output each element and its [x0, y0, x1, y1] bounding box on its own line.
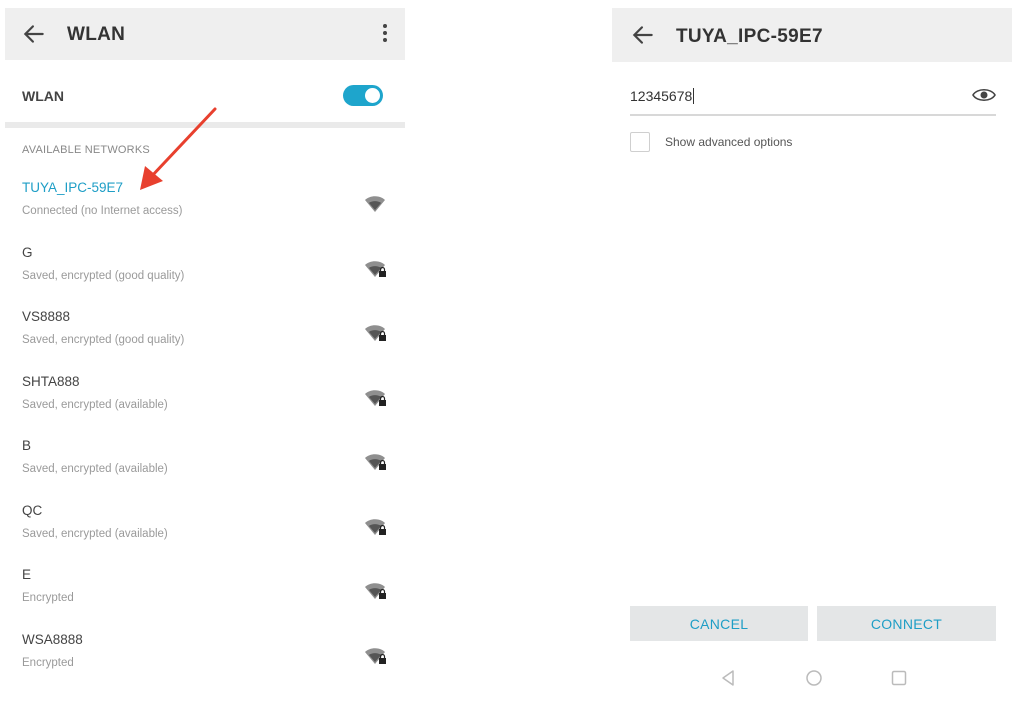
wlan-settings-screen: WLAN WLAN AVAILABLE NETWORKS TUYA_IPC-59… — [5, 8, 405, 688]
password-input[interactable]: 12345678 — [630, 88, 695, 104]
home-circle-icon[interactable] — [804, 668, 824, 688]
advanced-options-checkbox[interactable] — [630, 132, 650, 152]
network-list-item[interactable]: B Saved, encrypted (available) — [5, 438, 405, 502]
network-status: Saved, encrypted (available) — [22, 527, 168, 540]
recents-square-icon[interactable] — [889, 668, 909, 688]
advanced-options-label: Show advanced options — [665, 135, 793, 149]
network-status: Saved, encrypted (available) — [22, 463, 168, 475]
available-networks-header: AVAILABLE NETWORKS — [22, 144, 150, 156]
wifi-lock-icon — [365, 389, 386, 406]
network-name: TUYA_IPC-59E7 — [22, 180, 124, 195]
wifi-icon — [365, 196, 385, 212]
wifi-lock-icon — [365, 647, 386, 664]
password-field[interactable]: 12345678 — [630, 82, 996, 116]
network-list-item[interactable]: SHTA888 Saved, encrypted (available) — [5, 374, 405, 438]
network-list-item[interactable]: G Saved, encrypted (good quality) — [5, 245, 405, 309]
system-nav-bar — [612, 663, 1012, 693]
network-list-item[interactable]: WSA8888 Encrypted — [5, 632, 405, 696]
eye-icon[interactable] — [972, 87, 996, 103]
network-name: B — [22, 438, 32, 453]
wifi-lock-icon — [365, 583, 386, 599]
network-name: QC — [22, 502, 43, 518]
wifi-connect-dialog-screen: TUYA_IPC-59E7 12345678 Show advanced opt… — [612, 8, 1012, 698]
wlan-app-bar: WLAN — [5, 8, 405, 60]
toggle-knob — [365, 88, 380, 103]
wifi-lock-icon — [365, 518, 386, 535]
network-list-item[interactable]: E Encrypted — [5, 567, 405, 631]
network-list-item[interactable]: QC Saved, encrypted (available) — [5, 503, 405, 567]
network-list-item[interactable]: VS8888 Saved, encrypted (good quality) — [5, 309, 405, 373]
network-app-bar: TUYA_IPC-59E7 — [612, 8, 1012, 62]
advanced-options-row[interactable]: Show advanced options — [630, 130, 930, 154]
network-title: TUYA_IPC-59E7 — [676, 26, 823, 47]
page-title: WLAN — [67, 24, 126, 45]
wifi-lock-icon — [365, 260, 386, 277]
section-divider — [5, 122, 405, 128]
text-caret — [693, 88, 695, 104]
network-status: Encrypted — [22, 656, 74, 669]
network-name: G — [22, 244, 33, 260]
network-name: SHTA888 — [22, 373, 80, 389]
more-vert-icon[interactable] — [381, 22, 389, 46]
wlan-toggle-label: WLAN — [22, 88, 64, 104]
network-name: VS8888 — [22, 309, 71, 324]
network-status: Saved, encrypted (available) — [22, 398, 168, 411]
network-list-item[interactable]: TUYA_IPC-59E7 Connected (no Internet acce… — [5, 180, 405, 244]
wlan-toggle-row[interactable]: WLAN — [5, 70, 405, 120]
network-name: E — [22, 567, 32, 582]
password-text: 12345678 — [630, 88, 693, 104]
wlan-toggle-switch[interactable] — [343, 85, 383, 106]
network-status: Connected (no Internet access) — [22, 205, 183, 217]
network-status: Encrypted — [22, 592, 74, 604]
network-status: Saved, encrypted (good quality) — [22, 269, 185, 282]
arrow-left-icon[interactable] — [21, 21, 47, 47]
wifi-lock-icon — [365, 325, 386, 341]
wifi-lock-icon — [365, 454, 386, 470]
network-status: Saved, encrypted (good quality) — [22, 334, 185, 346]
connect-button[interactable]: CONNECT — [817, 606, 996, 641]
cancel-button[interactable]: CANCEL — [630, 606, 808, 641]
back-triangle-icon[interactable] — [718, 668, 738, 688]
network-name: WSA8888 — [22, 631, 83, 647]
arrow-left-icon[interactable] — [630, 22, 656, 48]
